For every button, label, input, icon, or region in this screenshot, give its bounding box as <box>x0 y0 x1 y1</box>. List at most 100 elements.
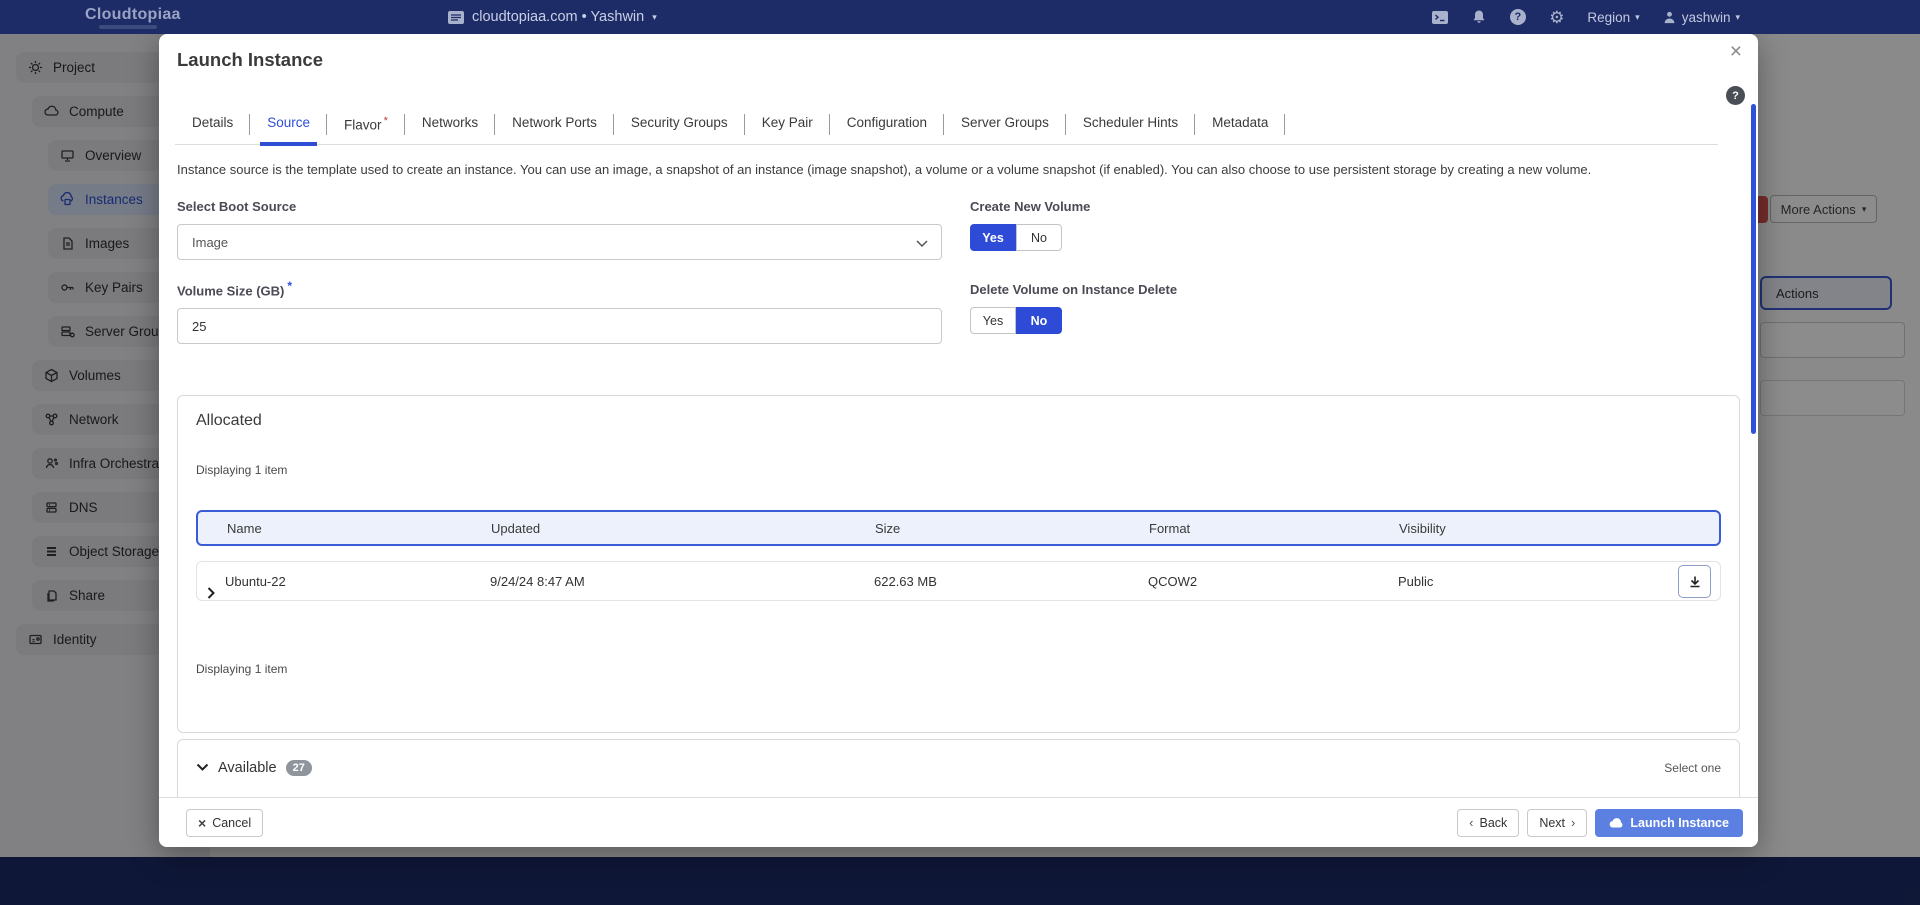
cancel-label: Cancel <box>212 816 251 830</box>
tab-label: Source <box>267 115 310 130</box>
user-name: yashwin <box>1682 10 1731 25</box>
tab-label: Key Pair <box>762 115 813 130</box>
close-icon[interactable]: × <box>1730 40 1742 64</box>
image-name-cell: Ubuntu-22 <box>197 574 490 589</box>
source-description: Instance source is the template used to … <box>177 162 1740 177</box>
image-updated-cell: 9/24/24 8:47 AM <box>490 574 874 589</box>
allocated-count-top: Displaying 1 item <box>196 463 1721 477</box>
delete-volume-toggle: Yes No <box>970 307 1062 334</box>
column-header-updated[interactable]: Updated <box>491 521 875 536</box>
wizard-tabs: Details Source Flavor* Networks Network … <box>175 106 1718 145</box>
brand-logo-text: Cloudtopiaa <box>85 6 181 23</box>
footer-nav-buttons: ‹ Back Next › Launch Instance <box>1457 809 1743 837</box>
launch-instance-modal: Launch Instance × ? Details Source Flavo… <box>159 34 1758 847</box>
cloud-upload-icon <box>1609 817 1624 828</box>
modal-footer: × Cancel ‹ Back Next › Launch Instance <box>159 797 1758 847</box>
back-button[interactable]: ‹ Back <box>1457 809 1519 837</box>
available-title: Available <box>218 760 277 776</box>
delete-volume-yes-button[interactable]: Yes <box>970 307 1016 334</box>
tab-label: Security Groups <box>631 115 728 130</box>
region-label: Region <box>1587 10 1630 25</box>
bell-icon-glyph <box>1471 9 1487 25</box>
create-new-volume-field: Create New Volume Yes No <box>970 199 1740 273</box>
tab-details[interactable]: Details <box>175 106 250 144</box>
tab-metadata[interactable]: Metadata <box>1195 106 1285 144</box>
cancel-button[interactable]: × Cancel <box>186 809 263 837</box>
tab-key-pair[interactable]: Key Pair <box>745 106 830 144</box>
boot-source-value: Image <box>192 235 228 250</box>
tab-scheduler-hints[interactable]: Scheduler Hints <box>1066 106 1195 144</box>
context-label: cloudtopiaa.com • Yashwin <box>472 9 644 25</box>
volume-size-label-text: Volume Size (GB) <box>177 283 284 298</box>
next-label: Next <box>1539 816 1565 830</box>
help-icon-glyph: ? <box>1510 9 1526 25</box>
create-volume-yes-button[interactable]: Yes <box>970 224 1016 251</box>
volume-size-field: Volume Size (GB)* <box>177 279 942 344</box>
required-asterisk: * <box>287 279 292 293</box>
create-new-volume-label: Create New Volume <box>970 199 1740 214</box>
required-asterisk: * <box>384 115 388 127</box>
caret-down-icon: ▾ <box>652 13 657 22</box>
tab-label: Flavor <box>344 118 382 133</box>
allocated-table-row[interactable]: Ubuntu-22 9/24/24 8:47 AM 622.63 MB QCOW… <box>196 561 1721 601</box>
terminal-icon-glyph <box>1432 11 1448 24</box>
launch-instance-button[interactable]: Launch Instance <box>1595 809 1743 837</box>
source-tab-body: Instance source is the template used to … <box>177 143 1740 797</box>
source-form: Select Boot Source Image Volume Size (GB… <box>177 199 1740 365</box>
modal-title: Launch Instance <box>177 49 323 71</box>
tab-source[interactable]: Source <box>250 106 327 144</box>
list-icon <box>448 11 464 24</box>
wizard-help-icon[interactable]: ? <box>1726 86 1745 105</box>
volume-size-input[interactable] <box>177 308 942 344</box>
tab-network-ports[interactable]: Network Ports <box>495 106 614 144</box>
caret-down-icon: ▾ <box>1735 13 1740 22</box>
tab-networks[interactable]: Networks <box>405 106 495 144</box>
launch-instance-label: Launch Instance <box>1630 816 1729 830</box>
allocated-table-header: Name Updated Size Format Visibility <box>196 510 1721 546</box>
modal-scrollbar[interactable] <box>1751 104 1756 434</box>
boot-source-select[interactable]: Image <box>177 224 942 260</box>
tab-label: Configuration <box>847 115 927 130</box>
delete-volume-field: Delete Volume on Instance Delete Yes No <box>970 282 1740 356</box>
image-format-cell: QCOW2 <box>1148 574 1398 589</box>
allocated-panel: Allocated Displaying 1 item Name Updated… <box>177 395 1740 733</box>
top-navigation-bar: Cloudtopiaa cloudtopiaa.com • Yashwin ▾ … <box>0 0 1920 34</box>
back-label: Back <box>1480 816 1508 830</box>
brand-logo[interactable]: Cloudtopiaa <box>85 6 181 29</box>
settings-gear-icon[interactable]: ⚙ <box>1548 9 1565 26</box>
image-name: Ubuntu-22 <box>225 574 286 589</box>
help-icon[interactable]: ? <box>1509 9 1526 26</box>
column-header-name[interactable]: Name <box>198 521 491 536</box>
tab-label: Server Groups <box>961 115 1049 130</box>
terminal-icon[interactable] <box>1431 9 1448 26</box>
user-icon <box>1662 10 1677 25</box>
notifications-bell-icon[interactable] <box>1470 9 1487 26</box>
next-button[interactable]: Next › <box>1527 809 1587 837</box>
delete-volume-no-button[interactable]: No <box>1016 307 1062 334</box>
create-new-volume-toggle: Yes No <box>970 224 1062 251</box>
brand-tagline <box>99 25 157 29</box>
volume-size-label: Volume Size (GB)* <box>177 279 942 298</box>
column-header-size[interactable]: Size <box>875 521 1149 536</box>
tab-server-groups[interactable]: Server Groups <box>944 106 1066 144</box>
column-header-visibility[interactable]: Visibility <box>1399 521 1719 536</box>
boot-source-field: Select Boot Source Image <box>177 199 942 260</box>
user-menu[interactable]: yashwin ▾ <box>1662 10 1740 25</box>
delete-volume-label: Delete Volume on Instance Delete <box>970 282 1740 297</box>
move-down-button[interactable] <box>1678 565 1711 598</box>
tab-label: Network Ports <box>512 115 597 130</box>
chevron-down-icon[interactable] <box>196 763 209 773</box>
available-count-badge: 27 <box>286 760 312 776</box>
create-volume-no-button[interactable]: No <box>1016 224 1062 251</box>
select-one-hint: Select one <box>1664 761 1721 775</box>
image-size-cell: 622.63 MB <box>874 574 1148 589</box>
project-context-switcher[interactable]: cloudtopiaa.com • Yashwin ▾ <box>448 0 657 34</box>
region-dropdown[interactable]: Region ▾ <box>1587 10 1639 25</box>
tab-flavor[interactable]: Flavor* <box>327 106 405 144</box>
tab-security-groups[interactable]: Security Groups <box>614 106 745 144</box>
column-header-format[interactable]: Format <box>1149 521 1399 536</box>
allocated-count-bottom: Displaying 1 item <box>196 662 1721 676</box>
form-right-column: Create New Volume Yes No Delete Volume o… <box>970 199 1740 365</box>
tab-configuration[interactable]: Configuration <box>830 106 944 144</box>
chevron-right-icon[interactable] <box>206 586 216 600</box>
